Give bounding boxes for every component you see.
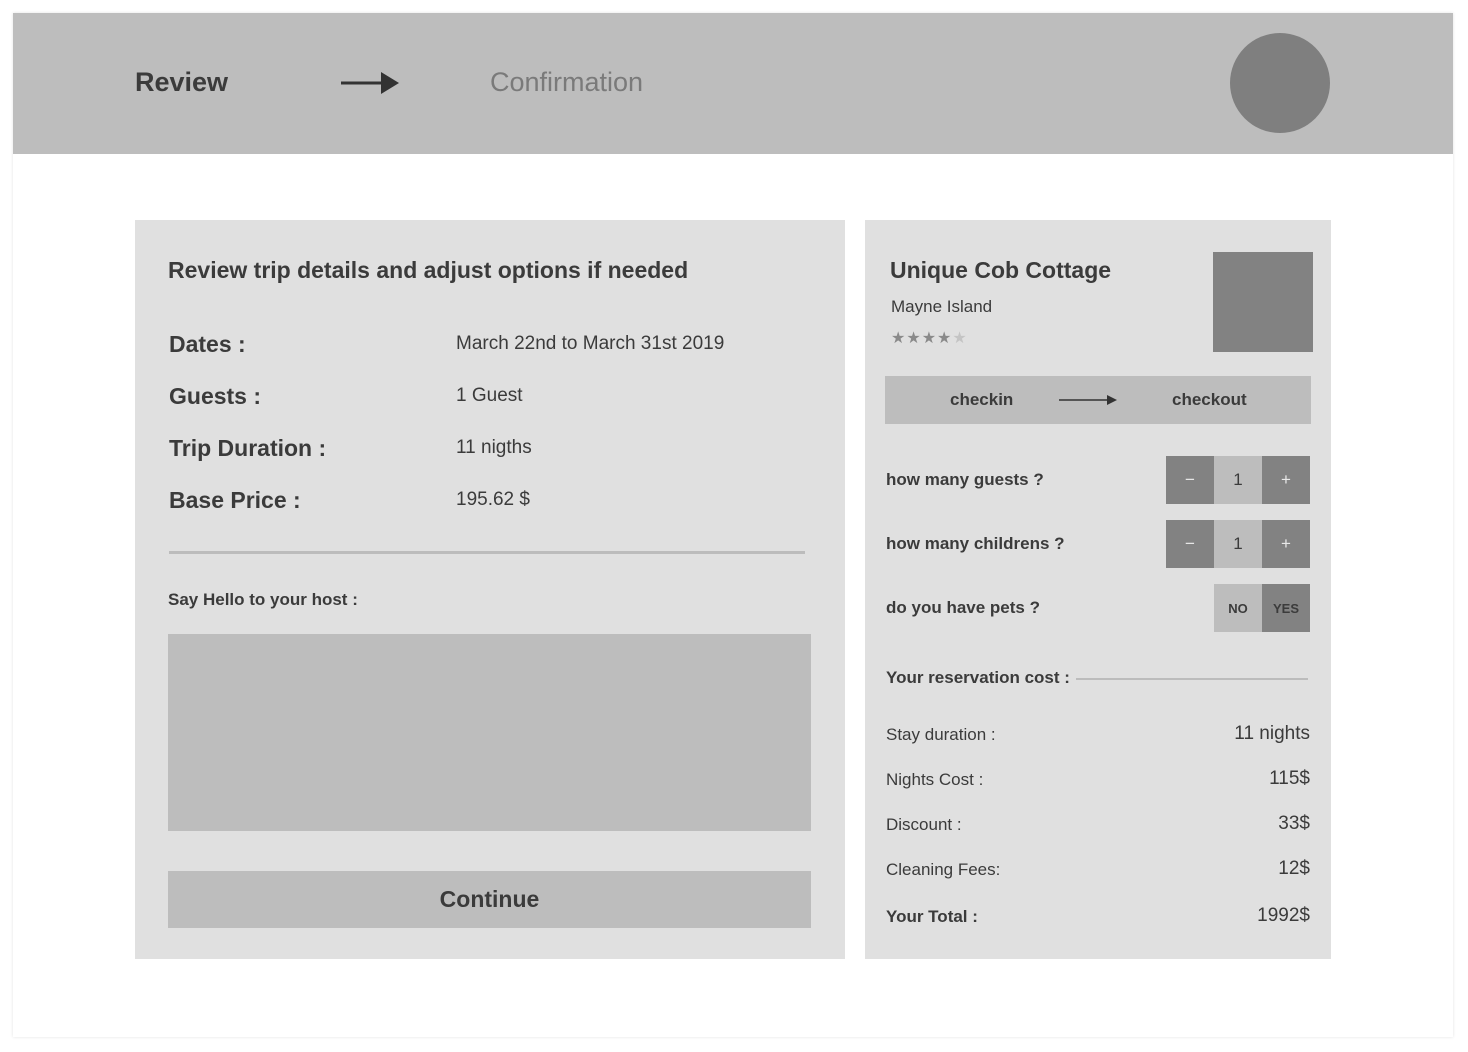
- pets-label: do you have pets ?: [886, 598, 1040, 617]
- step-confirmation[interactable]: Confirmation: [490, 67, 643, 98]
- arrow-right-icon: [1059, 395, 1117, 405]
- star-icon: ★: [921, 330, 938, 347]
- cost-label: Nights Cost :: [886, 770, 984, 789]
- guests-label: Guests :: [169, 383, 262, 409]
- base-price-value: 195.62 $: [456, 489, 530, 510]
- trip-review-panel: Review trip details and adjust options i…: [135, 220, 845, 959]
- children-stepper: − 1 +: [1166, 520, 1310, 568]
- host-message-input[interactable]: [168, 634, 811, 831]
- cost-value: 115$: [1269, 768, 1310, 789]
- star-empty-icon: ★: [952, 330, 968, 347]
- guests-decrement-button[interactable]: −: [1166, 456, 1214, 504]
- rating-stars: ★★★★★: [891, 328, 968, 348]
- children-increment-button[interactable]: +: [1262, 520, 1310, 568]
- divider: [169, 551, 805, 554]
- step-review[interactable]: Review: [135, 67, 228, 98]
- children-decrement-button[interactable]: −: [1166, 520, 1214, 568]
- checkout-button[interactable]: checkout: [1172, 390, 1247, 410]
- star-icon: ★: [937, 330, 953, 347]
- cost-value: 11 nights: [1234, 723, 1310, 744]
- cost-label: Stay duration :: [886, 725, 996, 744]
- date-range-bar: checkin checkout: [885, 376, 1311, 424]
- listing-image: [1213, 252, 1313, 352]
- pets-yes-button[interactable]: YES: [1262, 584, 1310, 632]
- star-icon: ★: [906, 330, 922, 347]
- cost-heading: Your reservation cost :: [886, 668, 1070, 687]
- total-label: Your Total :: [886, 907, 978, 926]
- review-title: Review trip details and adjust options i…: [168, 257, 689, 283]
- avatar[interactable]: [1230, 33, 1330, 133]
- cost-row-stay-duration: Stay duration : 11 nights: [886, 723, 1310, 751]
- duration-label: Trip Duration :: [169, 435, 327, 461]
- cost-value: 12$: [1278, 858, 1310, 879]
- detail-row-duration: Trip Duration : 11 nigths: [169, 435, 809, 469]
- cost-value: 33$: [1278, 813, 1310, 834]
- guests-count-label: how many guests ?: [886, 470, 1044, 489]
- divider: [1076, 678, 1308, 680]
- detail-row-dates: Dates : March 22nd to March 31st 2019: [169, 331, 809, 365]
- dates-value: March 22nd to March 31st 2019: [456, 333, 725, 354]
- total-value: 1992$: [1257, 905, 1310, 926]
- guests-count-value: 1: [1214, 456, 1262, 504]
- checkin-button[interactable]: checkin: [950, 390, 1013, 410]
- continue-button[interactable]: Continue: [168, 871, 811, 928]
- children-count-value: 1: [1214, 520, 1262, 568]
- guests-increment-button[interactable]: +: [1262, 456, 1310, 504]
- host-message-label: Say Hello to your host :: [168, 590, 358, 609]
- arrow-right-icon: [341, 72, 399, 94]
- duration-value: 11 nigths: [456, 437, 532, 458]
- dates-label: Dates :: [169, 331, 246, 357]
- cost-label: Cleaning Fees:: [886, 860, 1001, 879]
- pets-toggle: NO YES: [1214, 584, 1310, 632]
- star-icon: ★: [891, 330, 907, 347]
- cost-row-cleaning-fees: Cleaning Fees: 12$: [886, 858, 1310, 886]
- cost-row-discount: Discount : 33$: [886, 813, 1310, 841]
- base-price-label: Base Price :: [169, 487, 301, 513]
- listing-location: Mayne Island: [891, 297, 993, 316]
- cost-row-nights-cost: Nights Cost : 115$: [886, 768, 1310, 796]
- top-bar: Review Confirmation: [13, 13, 1453, 154]
- page-frame: Review Confirmation Review trip details …: [13, 13, 1453, 1037]
- cost-label: Discount :: [886, 815, 962, 834]
- booking-summary-panel: Unique Cob Cottage Mayne Island ★★★★★ ch…: [865, 220, 1331, 959]
- guests-stepper: − 1 +: [1166, 456, 1310, 504]
- detail-row-guests: Guests : 1 Guest: [169, 383, 809, 417]
- children-count-label: how many childrens ?: [886, 534, 1065, 553]
- pets-no-button[interactable]: NO: [1214, 584, 1262, 632]
- guests-value: 1 Guest: [456, 385, 523, 406]
- detail-row-base-price: Base Price : 195.62 $: [169, 487, 809, 521]
- listing-title: Unique Cob Cottage: [890, 257, 1112, 283]
- cost-row-total: Your Total : 1992$: [886, 905, 1310, 933]
